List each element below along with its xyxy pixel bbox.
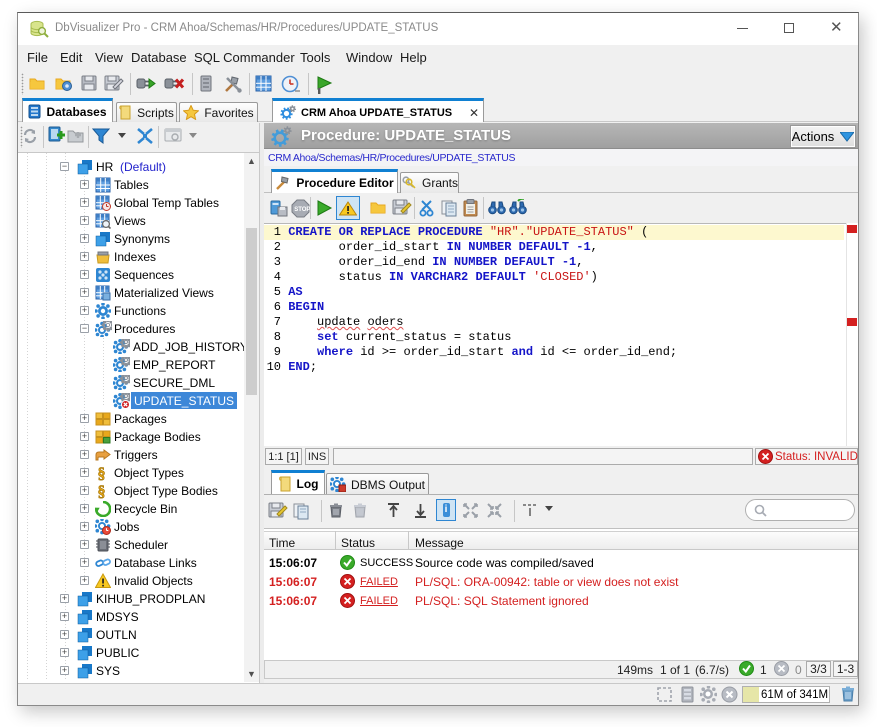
svg-text:STOP: STOP <box>294 207 310 213</box>
svg-text:§: § <box>98 466 106 482</box>
svg-text:§: § <box>98 484 106 500</box>
